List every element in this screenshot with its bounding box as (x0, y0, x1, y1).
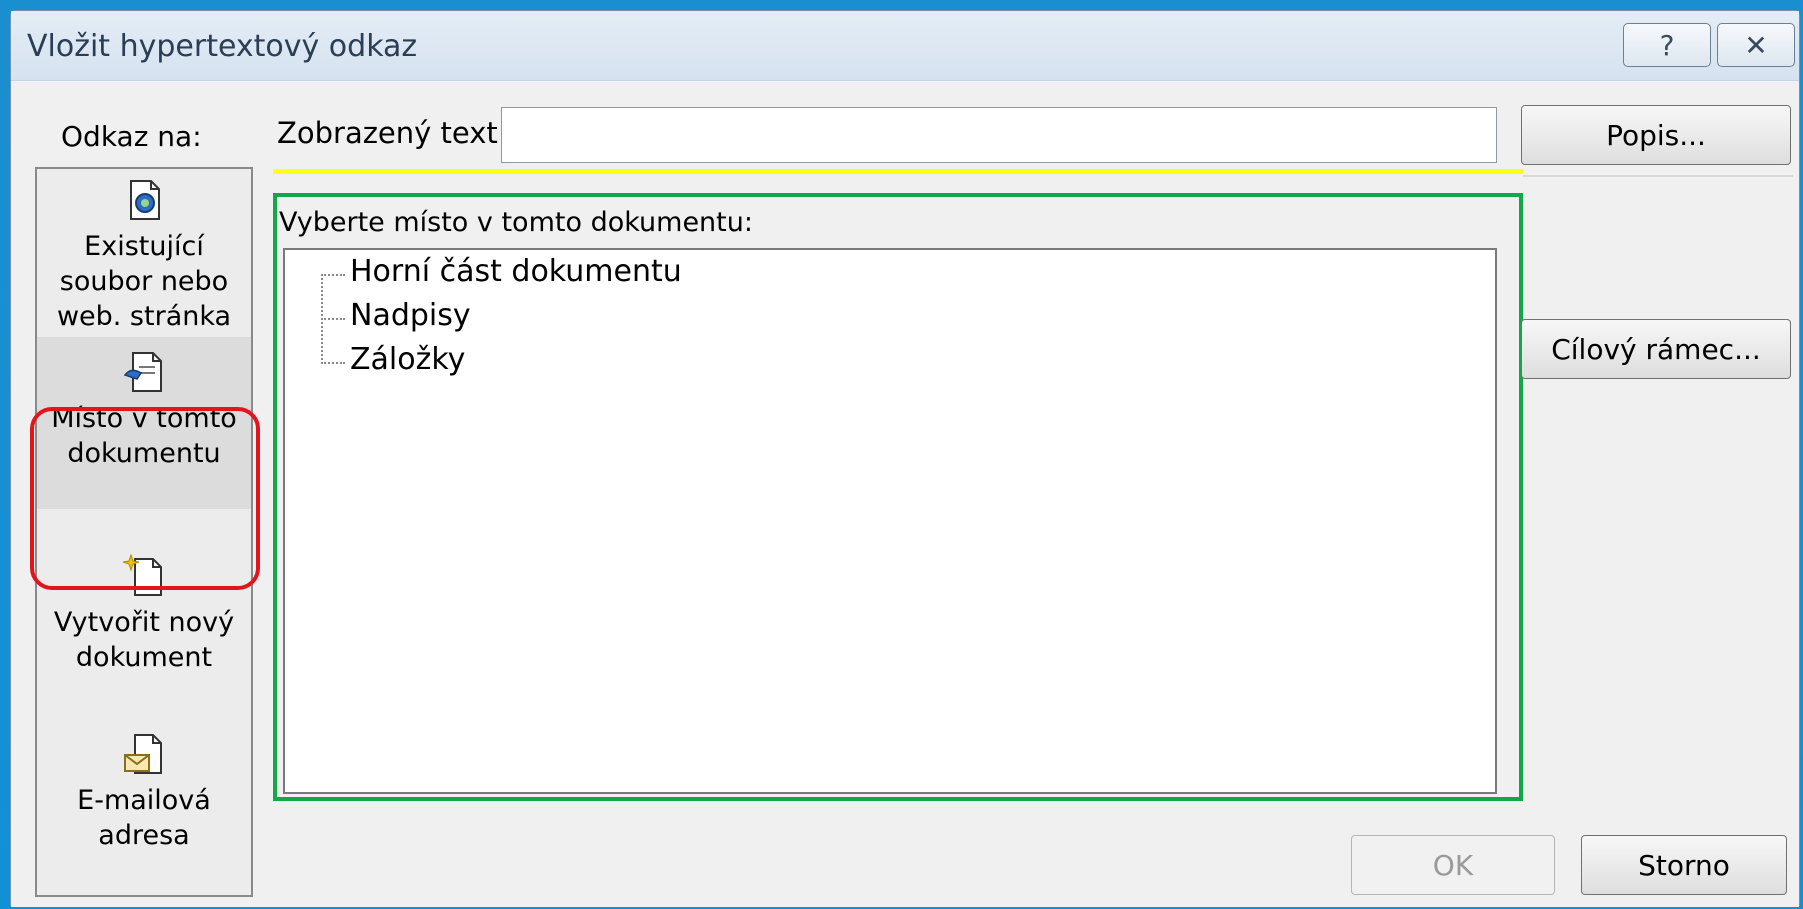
link-existing-file-line1: Existující (84, 231, 204, 262)
cancel-button[interactable]: Storno (1581, 835, 1787, 895)
display-text-label: Zobrazený text: (277, 116, 508, 150)
target-frame-button[interactable]: Cílový rámec... (1521, 319, 1791, 379)
dialog-content: Odkaz na: Existující soubor nebo web. st… (11, 82, 1799, 907)
dialog-title: Vložit hypertextový odkaz (27, 29, 418, 64)
place-select-label: Vyberte místo v tomto dokumentu: (279, 207, 753, 238)
hyperlink-dialog: Vložit hypertextový odkaz ? ✕ Odkaz na: … (10, 10, 1800, 907)
display-text-highlight (273, 169, 1523, 174)
tree-item-bookmarks[interactable]: Záložky (350, 342, 465, 377)
email-address-icon (124, 734, 162, 774)
place-in-document-icon (123, 352, 162, 392)
link-to-label: Odkaz na: (61, 120, 202, 153)
tree-item-top[interactable]: Horní část dokumentu (350, 254, 682, 289)
link-new-document-line2: dokument (75, 642, 213, 673)
help-button[interactable]: ? (1623, 23, 1711, 67)
place-tree[interactable]: Horní část dokumentu Nadpisy Záložky (283, 248, 1497, 794)
title-bar: Vložit hypertextový odkaz ? ✕ (11, 11, 1799, 81)
link-email-line1: E-mailová (77, 785, 211, 816)
close-button[interactable]: ✕ (1717, 23, 1795, 67)
tree-line-3 (321, 362, 345, 364)
link-existing-file[interactable]: Existující soubor nebo web. stránka (37, 177, 251, 334)
tree-line-2 (321, 318, 345, 320)
link-existing-file-line2: soubor nebo (59, 266, 229, 297)
screentip-button[interactable]: Popis... (1521, 105, 1791, 165)
tree-line-1 (321, 274, 345, 276)
link-new-document-line1: Vytvořit nový (53, 607, 235, 638)
link-email-line2: adresa (98, 820, 190, 851)
ok-button[interactable]: OK (1351, 835, 1555, 895)
tree-item-headings[interactable]: Nadpisy (350, 298, 471, 333)
link-email-address[interactable]: E-mailová adresa (37, 731, 251, 853)
display-text-input[interactable] (501, 107, 1497, 163)
existing-file-icon (130, 180, 160, 220)
link-existing-file-line3: web. stránka (56, 301, 232, 332)
selected-highlight-ring (30, 407, 260, 590)
separator-line (1523, 175, 1793, 177)
